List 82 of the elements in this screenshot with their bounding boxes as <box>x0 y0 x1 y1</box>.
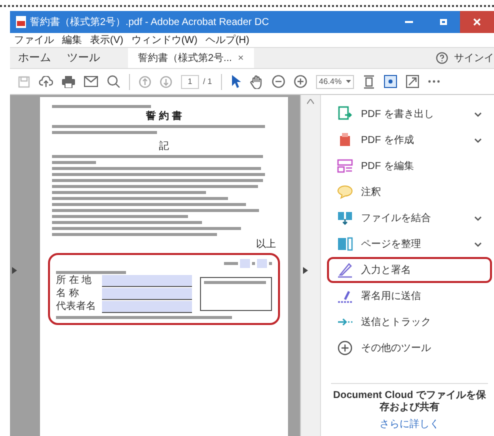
page-layout-icon <box>337 236 353 252</box>
menu-item[interactable]: 編集 <box>62 32 82 48</box>
tool-item[interactable]: ファイルを結合 <box>327 205 492 231</box>
field-label: 名 称 <box>56 288 80 300</box>
tool-item[interactable]: その他のツール <box>327 335 492 361</box>
addressee-text-drawing <box>56 271 126 274</box>
print-icon[interactable] <box>62 76 75 88</box>
tool-label: PDF を書き出し <box>361 108 435 122</box>
cloud-upload-icon[interactable] <box>39 76 53 88</box>
zoom-field[interactable]: 46.4% <box>316 74 354 88</box>
learn-more-link[interactable]: さらに詳しく <box>380 417 440 432</box>
tool-item[interactable]: PDF を作成 <box>327 127 492 153</box>
scrollbar[interactable] <box>300 95 320 436</box>
sign-in-link[interactable]: サインイ <box>454 50 494 66</box>
window-title: 誓約書（様式第2号）.pdf - Adobe Acrobat Reader DC <box>30 16 269 30</box>
speech-bubble-icon <box>337 184 353 200</box>
page-total: / 1 <box>203 76 212 88</box>
chevron-down-icon[interactable] <box>474 216 482 220</box>
field-label: 代表者名 <box>56 301 97 313</box>
tool-item[interactable]: 送信とトラック <box>327 309 492 335</box>
tool-label: 送信とトラック <box>361 316 432 330</box>
layout-edit-icon <box>337 158 353 174</box>
document-create-icon <box>337 132 353 148</box>
menu-item[interactable]: ヘルプ(H) <box>205 32 250 48</box>
closing-text: 以上 <box>256 239 276 250</box>
tool-item[interactable]: ページを整理 <box>327 231 492 257</box>
plus-circle-icon <box>337 340 353 356</box>
tool-item[interactable]: PDF を書き出し <box>327 101 492 127</box>
files-combine-icon <box>337 210 353 226</box>
field-label: 所 在 地 <box>56 275 93 287</box>
chevron-down-icon[interactable] <box>474 138 482 142</box>
pdf-file-icon <box>16 16 26 28</box>
tool-item[interactable]: 入力と署名 <box>327 257 492 283</box>
input-field[interactable] <box>102 301 192 313</box>
date-line-drawing <box>224 259 272 268</box>
box-text-drawing <box>204 281 266 284</box>
pointer-arrow-icon[interactable] <box>230 75 241 88</box>
page-number-field[interactable]: 1 <box>181 74 199 88</box>
pen-icon <box>337 262 353 278</box>
caret-icon[interactable] <box>346 80 351 83</box>
expand-arrow-icon[interactable] <box>303 267 308 274</box>
input-field[interactable] <box>102 275 192 287</box>
menu-item[interactable]: 表示(V) <box>90 32 124 48</box>
tool-label: PDF を編集 <box>361 160 415 174</box>
full-screen-icon[interactable] <box>406 75 419 88</box>
search-icon[interactable] <box>107 75 120 88</box>
tool-label: 入力と署名 <box>361 264 412 278</box>
chevron-down-icon[interactable] <box>474 242 482 246</box>
tool-label: ファイルを結合 <box>361 212 432 226</box>
section-heading: 記 <box>158 141 170 152</box>
close-icon <box>473 18 481 26</box>
tool-item[interactable]: PDF を編集 <box>327 153 492 179</box>
tool-item[interactable]: 署名用に送信 <box>327 283 492 309</box>
fit-page-icon[interactable] <box>362 74 375 88</box>
document-title: 誓 約 書 <box>145 111 183 122</box>
zoom-in-icon[interactable] <box>294 75 307 88</box>
tool-label: 署名用に送信 <box>361 290 422 304</box>
tool-label: その他のツール <box>361 342 432 356</box>
tool-label: ページを整理 <box>361 238 422 252</box>
tool-label: 注釈 <box>361 186 382 200</box>
tool-item[interactable]: 注釈 <box>327 179 492 205</box>
menu-item[interactable]: ファイル <box>14 32 54 48</box>
tab[interactable]: 誓約書（様式第2号... × <box>128 48 254 68</box>
scroll-up-icon[interactable] <box>307 99 314 104</box>
tab[interactable]: ツール <box>59 48 108 68</box>
menu-item[interactable]: ウィンドウ(W) <box>131 32 198 48</box>
scroll-mode-icon[interactable] <box>384 75 397 88</box>
document-export-icon <box>337 106 353 122</box>
zoom-out-icon[interactable] <box>272 75 285 88</box>
chevron-down-icon[interactable] <box>474 112 482 116</box>
close-button[interactable] <box>460 11 494 33</box>
tool-label: PDF を作成 <box>361 134 415 148</box>
cloud-promo-text: Document Cloud でファイルを保存および共有 <box>332 390 487 414</box>
hand-icon[interactable] <box>250 74 263 88</box>
tab[interactable]: ホーム <box>10 48 59 68</box>
more-icon[interactable] <box>428 80 440 83</box>
mail-icon[interactable] <box>84 76 98 87</box>
expand-arrow-icon[interactable] <box>12 267 17 274</box>
signature-send-icon <box>337 288 353 304</box>
tab-close-button[interactable]: × <box>238 50 244 66</box>
help-icon[interactable] <box>436 52 448 64</box>
input-field[interactable] <box>102 288 192 300</box>
